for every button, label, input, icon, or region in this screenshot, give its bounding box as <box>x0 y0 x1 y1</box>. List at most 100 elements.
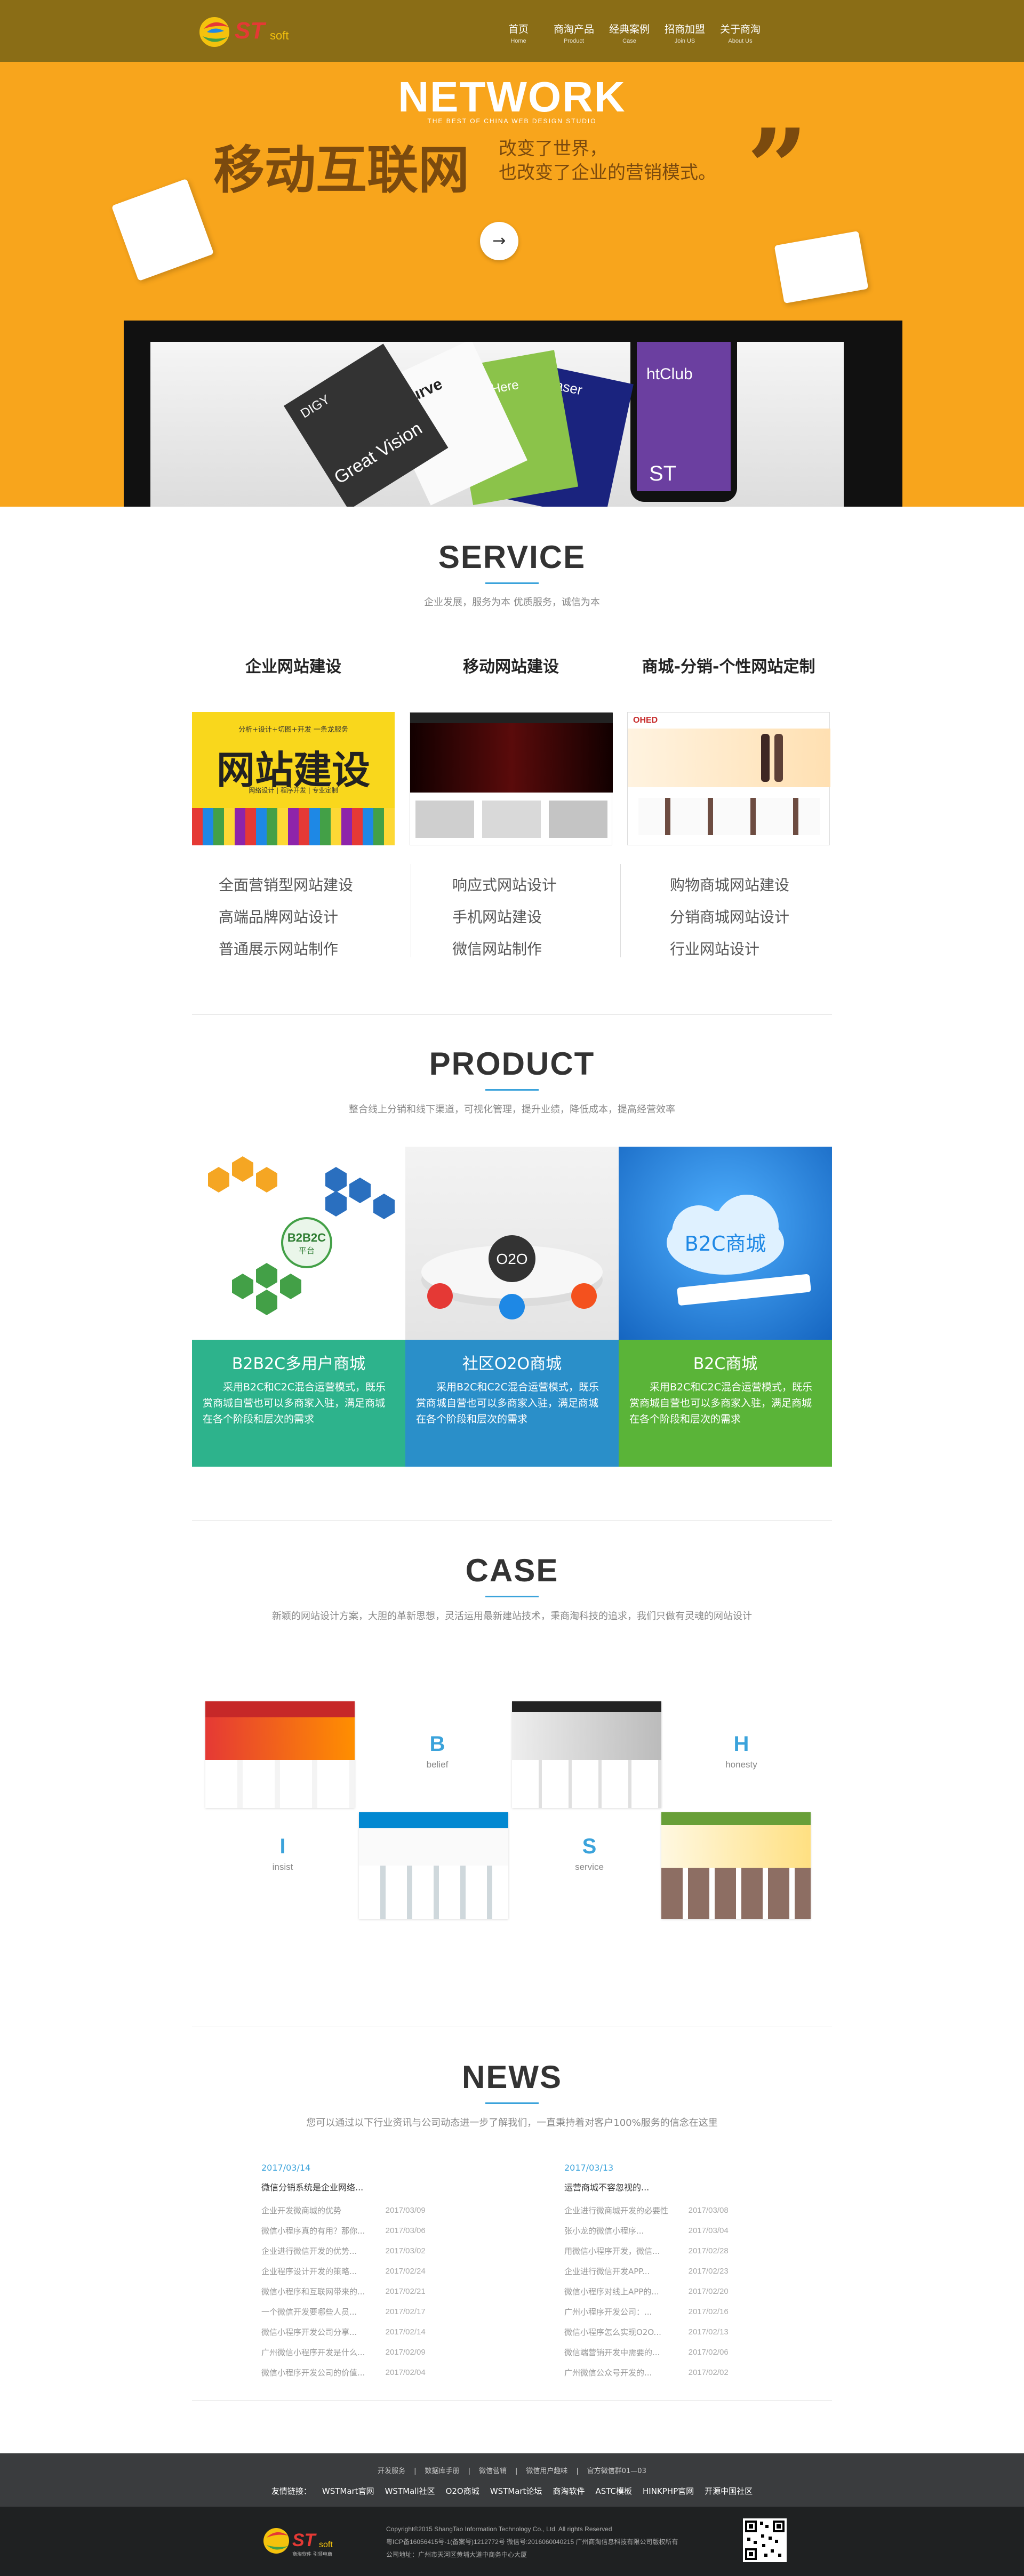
product-card-b2b2c[interactable]: B2B2C 平台 B2B2C多用户商城 采用B2C和C2C混合运营模式，既乐赏商… <box>192 1147 405 1467</box>
news-featured-title[interactable]: 运营商城不容忽视的... <box>564 2180 746 2193</box>
nav-about[interactable]: 关于商淘 About Us <box>713 21 768 44</box>
case-value-insist: I insist <box>229 1835 336 1873</box>
news-column-right: 2017/03/13 运营商城不容忽视的... 企业进行微商城开发的必要性 201… <box>564 2163 746 2383</box>
news-item[interactable]: 广州微信公众号开发的... 2017/02/02 <box>564 2363 746 2383</box>
news-item-date: 2017/03/08 <box>688 2206 729 2215</box>
mock-site-header <box>410 713 613 723</box>
friend-link[interactable]: WSTMall社区 <box>385 2486 435 2496</box>
news-item[interactable]: 企业开发微商城的优势 2017/03/09 <box>261 2201 443 2221</box>
paper-note-decoration <box>111 178 214 282</box>
footer-link[interactable]: 数据库手册 <box>425 2467 460 2475</box>
thumb-banner <box>661 1825 811 1868</box>
product-card-o2o[interactable]: O2O 社区O2O商城 采用B2C和C2C混合运营模式，既乐赏商城自营也可以多商… <box>405 1147 619 1467</box>
copyright-line: 公司地址：广州市天河区黄埔大道中商务中心大厦 <box>386 2551 527 2558</box>
footer-link[interactable]: 微信用户趣味 <box>526 2467 567 2475</box>
product-description: 采用B2C和C2C混合运营模式，既乐赏商城自营也可以多商家入驻，满足商城在各个阶… <box>629 1381 813 1425</box>
nav-home[interactable]: 首页 Home <box>491 21 546 44</box>
service-column-divider <box>620 864 621 957</box>
hexagon-network-graphic: B2B2C 平台 <box>208 1156 395 1315</box>
main-nav: 首页 Home 商淘产品 Product 经典案例 Case 招商加盟 Join US … <box>491 21 768 44</box>
footer-logo[interactable]: ST soft 商淘软件 引领电商 <box>261 2523 336 2560</box>
news-item[interactable]: 微信小程序真的有用？那你... 2017/03/06 <box>261 2221 443 2241</box>
news-item-title: 微信小程序对线上APP的... <box>564 2287 659 2297</box>
friend-link[interactable]: HINKPHP官网 <box>643 2486 694 2496</box>
footer-link[interactable]: 开发服务 <box>378 2467 405 2475</box>
service-list-item[interactable]: 微信网站制作 <box>452 933 655 965</box>
news-item[interactable]: 广州微信小程序开发是什么... 2017/02/09 <box>261 2342 443 2363</box>
news-item[interactable]: 企业进行微信开发的优势... 2017/03/02 <box>261 2241 443 2261</box>
news-item[interactable]: 张小龙的微信小程序... 2017/03/04 <box>564 2221 746 2241</box>
product-image-o2o: O2O <box>405 1147 619 1340</box>
banner-next-button[interactable]: → <box>480 222 518 260</box>
news-item-date: 2017/02/17 <box>385 2307 426 2316</box>
news-item-date: 2017/03/02 <box>385 2246 426 2255</box>
footer-top-links: 开发服务 | 数据库手册 | 微信营销 | 微信用户趣味 | 官方微信群01—03 <box>0 2465 1024 2475</box>
service-heading: 企业网站建设 <box>245 658 341 676</box>
thumb-grid <box>205 1760 355 1808</box>
news-item[interactable]: 微信小程序和互联网带来的... 2017/02/21 <box>261 2282 443 2302</box>
case-letter: H <box>733 1732 749 1756</box>
service-image-enterprise[interactable]: 分析+设计+切图+开发 一条龙服务 网站建设 网络设计 | 程序开发 | 专业定… <box>192 712 395 845</box>
news-item[interactable]: 企业进行微商城开发的必要性 2017/03/08 <box>564 2201 746 2221</box>
qr-code-icon <box>743 2518 787 2562</box>
device-showcase-illustration: htClub ST Teaser Title Here Curve DIGY <box>284 326 737 507</box>
service-list-item[interactable]: 购物商城网站建设 <box>670 869 873 901</box>
thumb-banner <box>205 1717 355 1760</box>
friend-link[interactable]: O2O商城 <box>446 2486 479 2496</box>
product-title: PRODUCT <box>429 1046 595 1082</box>
news-item[interactable]: 微信端营销开发中需要的... 2017/02/06 <box>564 2342 746 2363</box>
news-item-date: 2017/02/24 <box>385 2267 426 2276</box>
case-thumbnail[interactable] <box>205 1701 355 1808</box>
nav-sublabel: About Us <box>728 38 753 44</box>
news-item-date: 2017/02/16 <box>688 2307 729 2316</box>
news-item[interactable]: 微信小程序对线上APP的... 2017/02/20 <box>564 2282 746 2302</box>
nav-product[interactable]: 商淘产品 Product <box>546 21 602 44</box>
service-list-item[interactable]: 手机网站建设 <box>452 901 655 933</box>
footer-link[interactable]: 微信营销 <box>479 2467 507 2475</box>
friend-link[interactable]: 开源中国社区 <box>705 2486 753 2496</box>
footer-link[interactable]: 官方微信群01—03 <box>587 2467 646 2475</box>
news-item-date: 2017/02/23 <box>688 2267 729 2276</box>
news-item[interactable]: 微信小程序开发公司分享... 2017/02/14 <box>261 2322 443 2342</box>
friend-link[interactable]: 商淘软件 <box>553 2486 585 2496</box>
news-item-title: 企业进行微商城开发的必要性 <box>564 2206 669 2215</box>
site-logo[interactable]: ST soft <box>197 13 304 51</box>
nav-label: 经典案例 <box>609 23 650 35</box>
news-item[interactable]: 微信小程序怎么实现O2O... 2017/02/13 <box>564 2322 746 2342</box>
service-image-mobile[interactable] <box>410 712 613 845</box>
service-list-item[interactable]: 高端品牌网站设计 <box>219 901 421 933</box>
service-image-custom[interactable]: OHED <box>627 712 830 845</box>
product-description: 采用B2C和C2C混合运营模式，既乐赏商城自营也可以多商家入驻，满足商城在各个阶… <box>203 1381 386 1425</box>
thumb-grid <box>512 1760 661 1808</box>
nav-case[interactable]: 经典案例 Case <box>602 21 657 44</box>
case-word: belief <box>426 1759 449 1770</box>
case-thumbnail[interactable] <box>661 1812 811 1919</box>
friend-link[interactable]: WSTMart论坛 <box>490 2486 542 2496</box>
news-item[interactable]: 企业程序设计开发的策略... 2017/02/24 <box>261 2261 443 2282</box>
news-item[interactable]: 用微信小程序开发，微信... 2017/02/28 <box>564 2241 746 2261</box>
case-thumbnail[interactable] <box>512 1701 661 1808</box>
news-item[interactable]: 一个微信开发要哪些人员... 2017/02/17 <box>261 2302 443 2322</box>
news-item[interactable]: 广州小程序开发公司：... 2017/02/16 <box>564 2302 746 2322</box>
product-card-b2c[interactable]: B2C商城 B2C商城 采用B2C和C2C混合运营模式，既乐赏商城自营也可以多商… <box>619 1147 832 1467</box>
service-list-item[interactable]: 普通展示网站制作 <box>219 933 421 965</box>
service-list-item[interactable]: 全面营销型网站建设 <box>219 869 421 901</box>
service-list-item[interactable]: 分销商城网站设计 <box>670 901 873 933</box>
case-thumbnail[interactable] <box>359 1812 508 1919</box>
news-item[interactable]: 企业进行微信开发APP... 2017/02/23 <box>564 2261 746 2282</box>
service-title-underline <box>485 582 539 584</box>
friend-link[interactable]: ASTC模板 <box>595 2486 632 2496</box>
friend-link[interactable]: WSTMart官网 <box>322 2486 374 2496</box>
nav-join[interactable]: 招商加盟 Join US <box>657 21 713 44</box>
news-item[interactable]: 微信小程序开发公司的价值... 2017/02/04 <box>261 2363 443 2383</box>
news-title: NEWS <box>462 2059 562 2095</box>
news-item-title: 广州微信公众号开发的... <box>564 2368 652 2378</box>
service-list-item[interactable]: 行业网站设计 <box>670 933 873 965</box>
service-list-item[interactable]: 响应式网站设计 <box>452 869 655 901</box>
news-featured-title[interactable]: 微信分销系统是企业网络... <box>261 2180 443 2193</box>
svg-text:B2B2C: B2B2C <box>287 1231 326 1244</box>
svg-text:平台: 平台 <box>299 1246 315 1255</box>
thumb-banner <box>512 1712 661 1760</box>
banner-line2: 也改变了企业的营销模式。 <box>499 162 716 183</box>
news-item-title: 微信小程序和互联网带来的... <box>261 2287 365 2297</box>
